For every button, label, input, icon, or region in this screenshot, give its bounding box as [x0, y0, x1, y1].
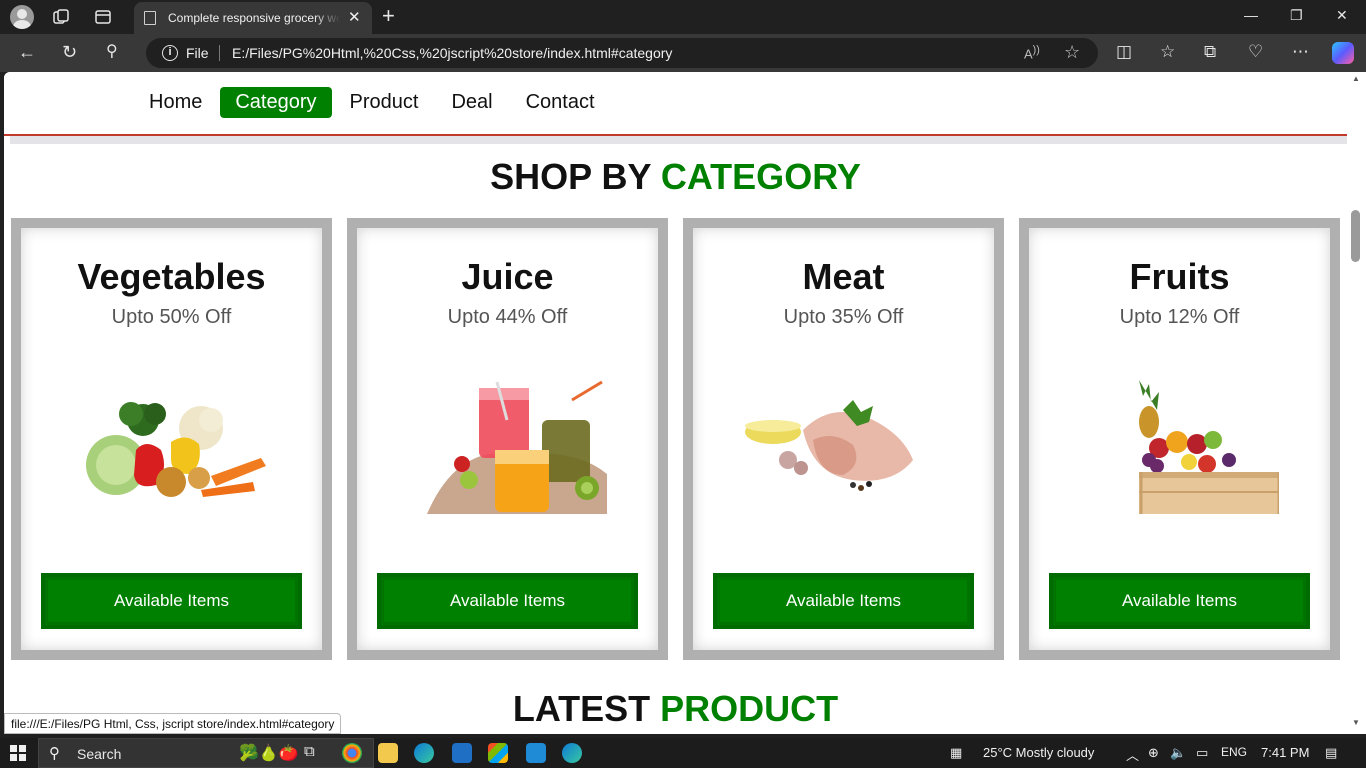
- address-separator: [219, 45, 220, 61]
- mail-icon[interactable]: [452, 743, 472, 763]
- weather-icon[interactable]: ▦: [950, 745, 962, 761]
- weather-text[interactable]: 25°C Mostly cloudy: [983, 745, 1094, 760]
- search-highlight-icon: 🥦🍐🍅: [239, 745, 299, 762]
- favorite-star-icon[interactable]: ☆: [1064, 42, 1080, 63]
- clock[interactable]: 7:41 PM: [1261, 745, 1309, 760]
- url-text[interactable]: E:/Files/PG%20Html,%20Css,%20jscript%20s…: [232, 45, 672, 61]
- notifications-icon[interactable]: ▤: [1325, 745, 1337, 761]
- search-page-icon[interactable]: ⚲: [106, 42, 118, 62]
- file-explorer-icon[interactable]: [378, 743, 398, 763]
- scroll-up-icon[interactable]: ▲: [1352, 74, 1360, 83]
- workspaces-icon[interactable]: [52, 8, 70, 26]
- tab-title: Complete responsive grocery website: [168, 11, 340, 25]
- address-bar[interactable]: i File E:/Files/PG%20Html,%20Css,%20jscr…: [146, 38, 1098, 68]
- nav-category[interactable]: Category: [220, 87, 332, 118]
- taskbar-search[interactable]: ⚲ Search 🥦🍐🍅: [38, 738, 374, 768]
- tab-actions-icon[interactable]: [94, 8, 112, 26]
- edge-dev-icon[interactable]: [562, 743, 582, 763]
- scroll-thumb[interactable]: [1351, 210, 1360, 262]
- split-screen-icon[interactable]: ◫: [1116, 42, 1132, 62]
- card-title: Juice: [461, 256, 554, 297]
- chrome-icon[interactable]: [342, 743, 362, 763]
- restore-icon[interactable]: ❐: [1290, 7, 1303, 24]
- card-offer: Upto 44% Off: [447, 306, 568, 328]
- nav-home[interactable]: Home: [134, 87, 217, 118]
- more-menu-icon[interactable]: ⋯: [1292, 42, 1309, 62]
- copilot-icon[interactable]: [1332, 42, 1354, 64]
- tab-grocery[interactable]: Complete responsive grocery website ✕: [134, 2, 372, 34]
- heading-accent: PRODUCT: [660, 688, 839, 729]
- juice-image: [407, 380, 607, 514]
- category-heading: SHOP BY CATEGORY: [4, 156, 1347, 198]
- edge-icon[interactable]: [414, 743, 434, 763]
- browser-toolbar: ← ↻ ⚲ i File E:/Files/PG%20Html,%20Css,%…: [0, 34, 1366, 72]
- divider-strip: [10, 136, 1347, 144]
- card-title: Meat: [802, 256, 885, 297]
- category-card-vegetables: Vegetables Upto 50% Off Available Items: [11, 218, 332, 660]
- category-card-meat: Meat Upto 35% Off Available Items: [683, 218, 1004, 660]
- vscode-icon[interactable]: [526, 743, 546, 763]
- profile-avatar[interactable]: [10, 5, 34, 29]
- page-scrollbar[interactable]: ▲ ▼: [1347, 72, 1366, 734]
- meat-image: [743, 380, 943, 514]
- site-info-icon[interactable]: i: [162, 45, 178, 61]
- collections-icon[interactable]: ⧉: [1204, 42, 1216, 62]
- available-items-button[interactable]: Available Items: [1049, 573, 1310, 629]
- heading-main: SHOP BY: [490, 156, 651, 197]
- page-viewport: Home Category Product Deal Contact SHOP …: [4, 72, 1347, 734]
- vegetables-image: [71, 380, 271, 514]
- page-icon: [144, 11, 156, 25]
- task-view-icon[interactable]: ⧉: [304, 743, 315, 760]
- battery-icon[interactable]: ▭: [1196, 745, 1208, 761]
- browser-essentials-icon[interactable]: ♡: [1248, 42, 1263, 62]
- card-title: Fruits: [1129, 256, 1230, 297]
- search-icon: ⚲: [49, 745, 60, 762]
- close-tab-icon[interactable]: ✕: [348, 8, 361, 26]
- refresh-icon[interactable]: ↻: [62, 42, 77, 62]
- search-label: Search: [77, 746, 122, 762]
- minimize-icon[interactable]: —: [1244, 7, 1258, 23]
- network-icon[interactable]: ⊕: [1148, 745, 1159, 761]
- heading-accent: CATEGORY: [660, 156, 861, 197]
- heading-main: LATEST: [512, 688, 651, 729]
- windows-start-icon[interactable]: [10, 745, 26, 761]
- close-window-icon[interactable]: ✕: [1336, 7, 1348, 24]
- category-card-fruits: Fruits Upto 12% Off Available Items: [1019, 218, 1340, 660]
- store-icon[interactable]: [488, 743, 508, 763]
- tray-overflow-icon[interactable]: ︿: [1126, 745, 1139, 764]
- main-nav: Home Category Product Deal Contact: [134, 87, 613, 118]
- card-title: Vegetables: [77, 256, 266, 297]
- read-aloud-icon[interactable]: A)): [1024, 44, 1040, 61]
- available-items-button[interactable]: Available Items: [41, 573, 302, 629]
- favorites-icon[interactable]: ☆: [1160, 42, 1175, 62]
- card-offer: Upto 50% Off: [111, 306, 232, 328]
- nav-product[interactable]: Product: [335, 87, 434, 118]
- language-indicator[interactable]: ENG: [1221, 745, 1247, 759]
- volume-icon[interactable]: 🔈: [1170, 745, 1186, 761]
- site-header: Home Category Product Deal Contact: [4, 72, 1347, 136]
- fruits-image: [1079, 380, 1279, 514]
- card-offer: Upto 12% Off: [1119, 306, 1240, 328]
- browser-titlebar: Complete responsive grocery website ✕ + …: [0, 0, 1366, 34]
- card-offer: Upto 35% Off: [783, 306, 904, 328]
- category-card-juice: Juice Upto 44% Off Available Items: [347, 218, 668, 660]
- windows-taskbar: ⚲ Search 🥦🍐🍅 ⧉ ▦ 25°C Mostly cloudy ︿ ⊕ …: [0, 738, 1366, 768]
- file-label: File: [186, 45, 209, 61]
- nav-contact[interactable]: Contact: [511, 87, 610, 118]
- nav-deal[interactable]: Deal: [436, 87, 507, 118]
- status-link-preview: file:///E:/Files/PG Html, Css, jscript s…: [4, 713, 342, 734]
- scroll-down-icon[interactable]: ▼: [1352, 718, 1360, 727]
- back-icon[interactable]: ←: [18, 42, 36, 62]
- new-tab-icon[interactable]: +: [382, 3, 395, 29]
- available-items-button[interactable]: Available Items: [713, 573, 974, 629]
- available-items-button[interactable]: Available Items: [377, 573, 638, 629]
